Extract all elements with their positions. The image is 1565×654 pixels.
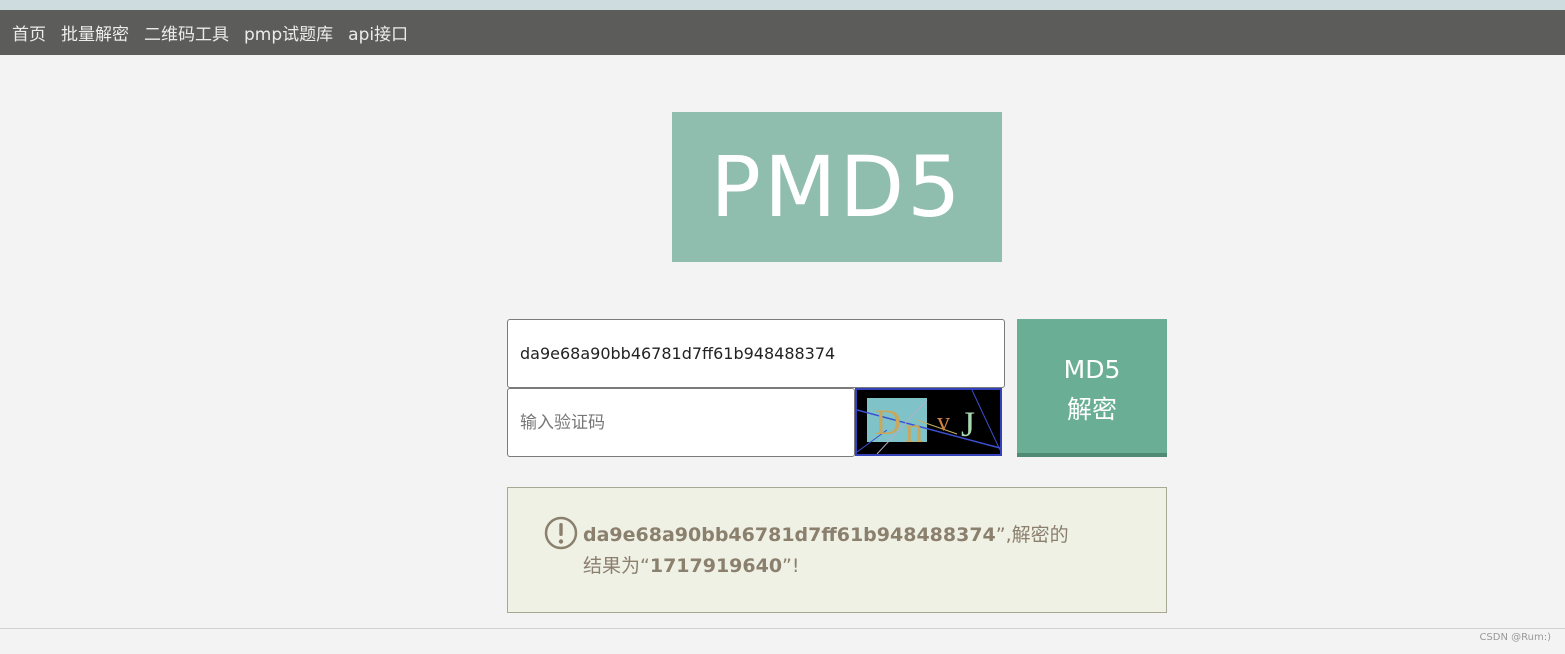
logo-text: PMD5: [710, 138, 964, 236]
result-hash: da9e68a90bb46781d7ff61b948488374: [583, 524, 996, 546]
top-navbar: 首页 批量解密 二维码工具 pmp试题库 api接口: [0, 10, 1565, 55]
site-logo: PMD5: [672, 112, 1002, 262]
footer-divider: [0, 628, 1565, 629]
md5-decrypt-button[interactable]: MD5 解密: [1017, 319, 1167, 457]
submit-label-line2: 解密: [1066, 394, 1117, 424]
result-message: da9e68a90bb46781d7ff61b948488374”,解密的 结果…: [583, 520, 1123, 582]
top-strip: [0, 0, 1565, 10]
csdn-watermark: CSDN @Rum:): [1479, 632, 1551, 643]
exclamation-circle-icon: [544, 516, 578, 550]
result-text-before-value: 结果为“: [583, 555, 650, 577]
nav-qrcode-tool-link[interactable]: 二维码工具: [144, 20, 229, 45]
hash-input[interactable]: [507, 319, 1005, 388]
result-box: da9e68a90bb46781d7ff61b948488374”,解密的 结果…: [507, 487, 1167, 613]
nav-batch-decrypt-link[interactable]: 批量解密: [61, 20, 129, 45]
nav-api-link[interactable]: api接口: [348, 20, 408, 45]
nav-home-link[interactable]: 首页: [12, 20, 46, 45]
nav-pmp-questions-link[interactable]: pmp试题库: [244, 20, 333, 45]
result-text-end: ”!: [782, 555, 800, 577]
result-plaintext-value: 1717919640: [649, 555, 783, 577]
submit-label-line1: MD5: [1063, 354, 1121, 384]
captcha-input[interactable]: [507, 388, 855, 457]
result-text-after-hash: ”,解密的: [995, 524, 1069, 546]
captcha-image[interactable]: Dn v J: [855, 388, 1002, 456]
